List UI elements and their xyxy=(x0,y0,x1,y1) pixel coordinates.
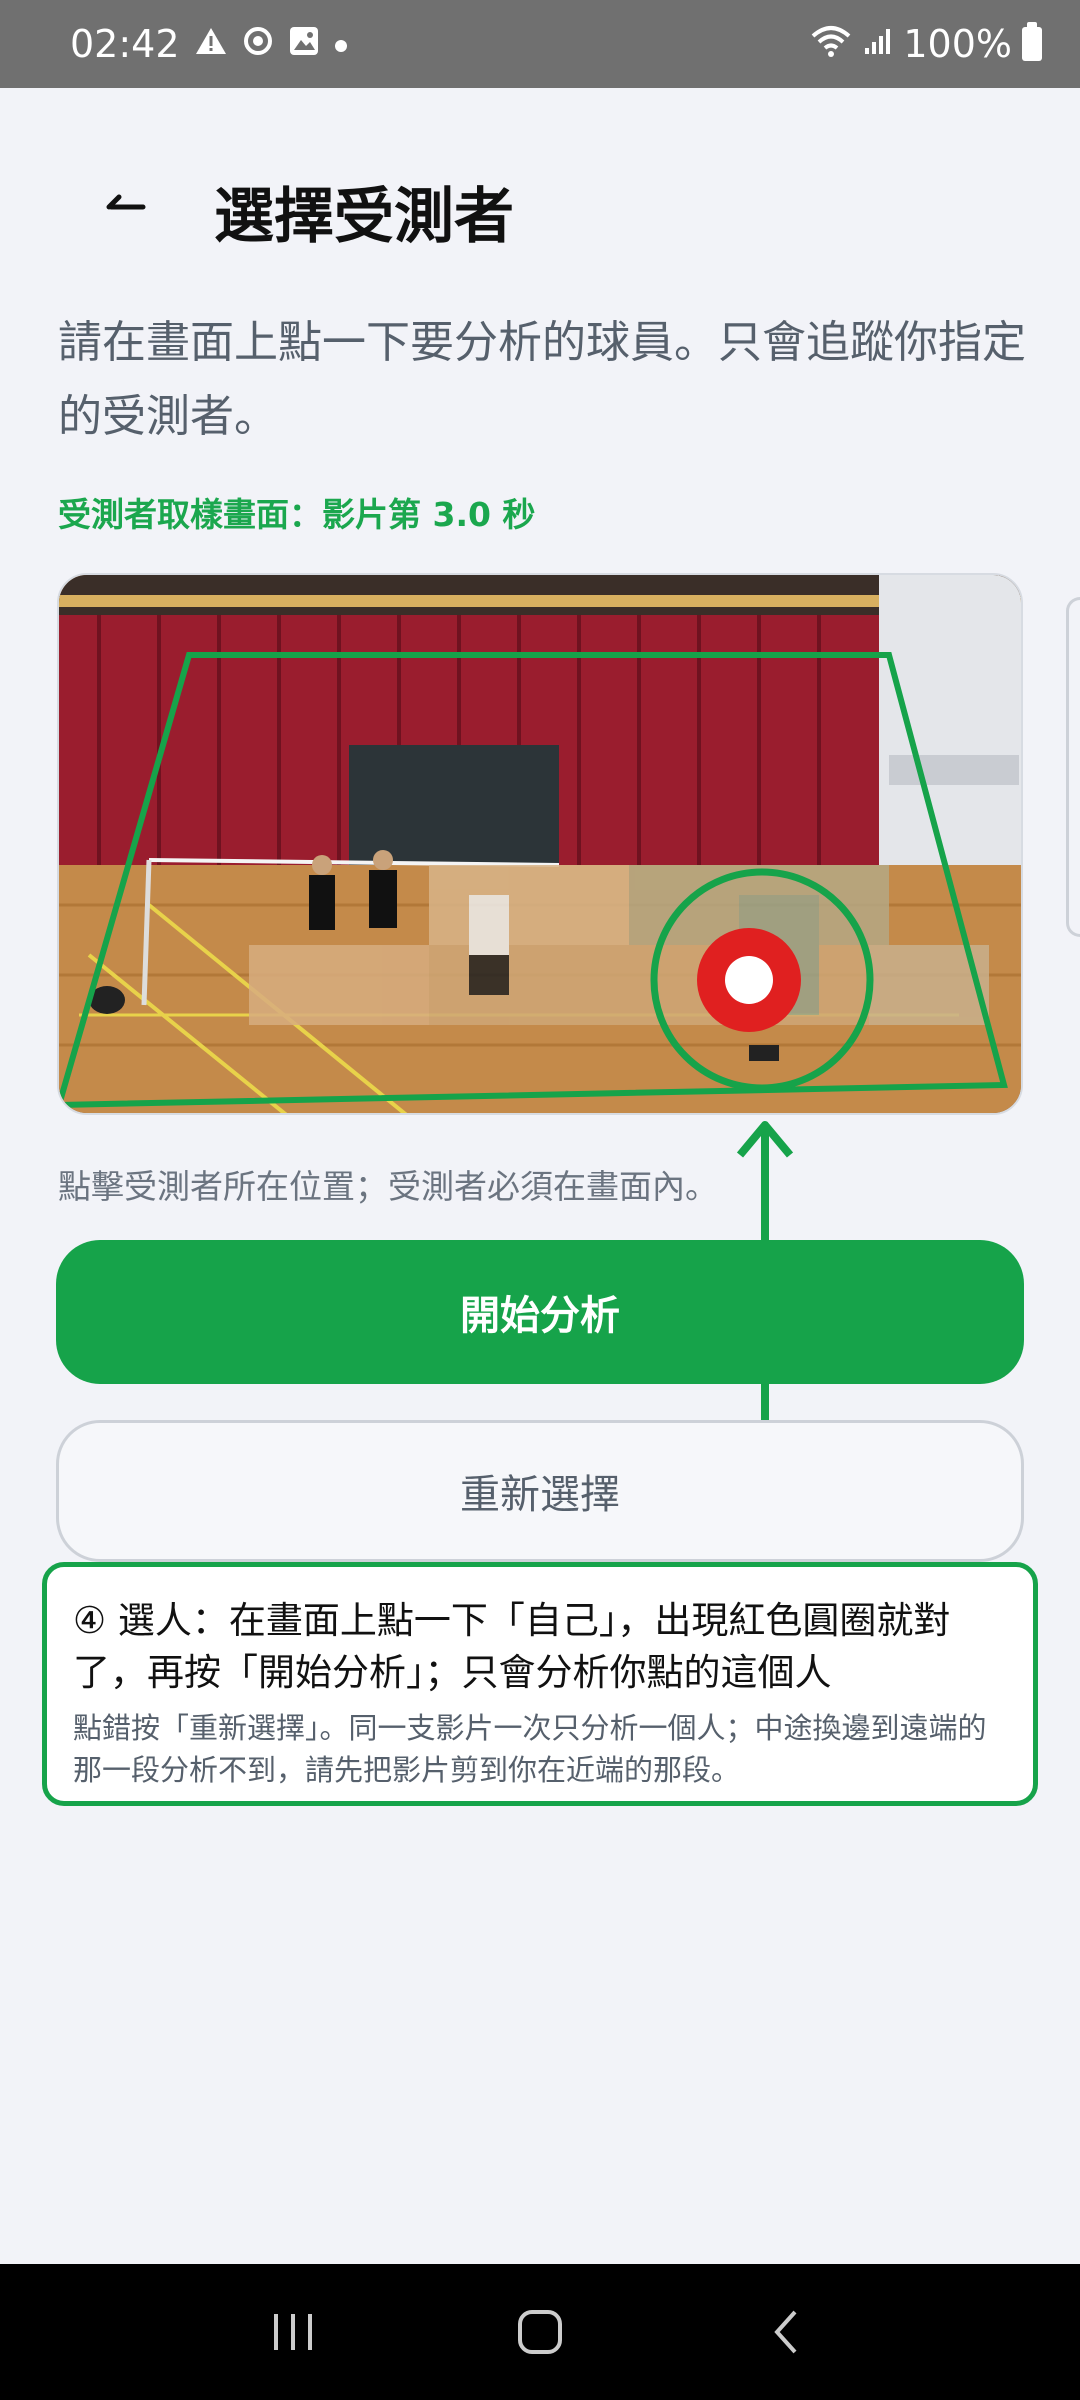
reselect-button[interactable]: 重新選擇 xyxy=(56,1420,1024,1562)
back-button[interactable] xyxy=(90,180,160,230)
wifi-icon xyxy=(809,24,853,64)
tip-box: ④ 選人：在畫面上點一下「自己」，出現紅色圓圈就對了，再按「開始分析」；只會分析… xyxy=(42,1562,1038,1806)
signal-icon xyxy=(863,26,893,62)
app-header: 選擇受測者 xyxy=(0,140,1080,270)
battery-icon xyxy=(1022,22,1042,61)
tip-title: ④ 選人：在畫面上點一下「自己」，出現紅色圓圈就對了，再按「開始分析」；只會分析… xyxy=(73,1599,951,1694)
recent-apps-button[interactable] xyxy=(248,2287,338,2377)
status-time: 02:42 xyxy=(70,22,180,66)
navigation-bar xyxy=(0,2264,1080,2400)
recent-apps-icon xyxy=(274,2314,313,2350)
sample-frame-label: 受測者取樣畫面：影片第 3.0 秒 xyxy=(58,495,536,534)
status-right: 100% xyxy=(809,22,1042,66)
back-arrow-icon xyxy=(106,194,146,210)
hint-text: 點擊受測者所在位置；受測者必須在畫面內。 xyxy=(58,1167,718,1206)
nav-back-button[interactable] xyxy=(742,2287,832,2377)
battery-percentage: 100% xyxy=(903,22,1012,66)
start-analysis-button[interactable]: 開始分析 xyxy=(56,1240,1024,1384)
dot-icon xyxy=(334,29,348,59)
status-bar: 02:42 100% xyxy=(0,0,1080,88)
edge-panel-handle[interactable] xyxy=(1066,597,1080,937)
tip-body: 點錯按「重新選擇」。同一支影片一次只分析一個人；中途換邊到遠端的那一段分析不到，… xyxy=(73,1711,987,1787)
status-left: 02:42 xyxy=(70,22,348,66)
page-title: 選擇受測者 xyxy=(214,182,514,252)
instructions-text: 請在畫面上點一下要分析的球員。只會追蹤你指定的受測者。 xyxy=(58,317,1026,442)
sync-icon xyxy=(242,25,274,63)
home-icon xyxy=(517,2310,562,2354)
warning-icon xyxy=(194,26,228,62)
home-button[interactable] xyxy=(495,2287,585,2377)
back-icon xyxy=(773,2310,797,2354)
image-icon xyxy=(288,25,320,63)
video-frame-selector[interactable] xyxy=(57,573,1023,1115)
